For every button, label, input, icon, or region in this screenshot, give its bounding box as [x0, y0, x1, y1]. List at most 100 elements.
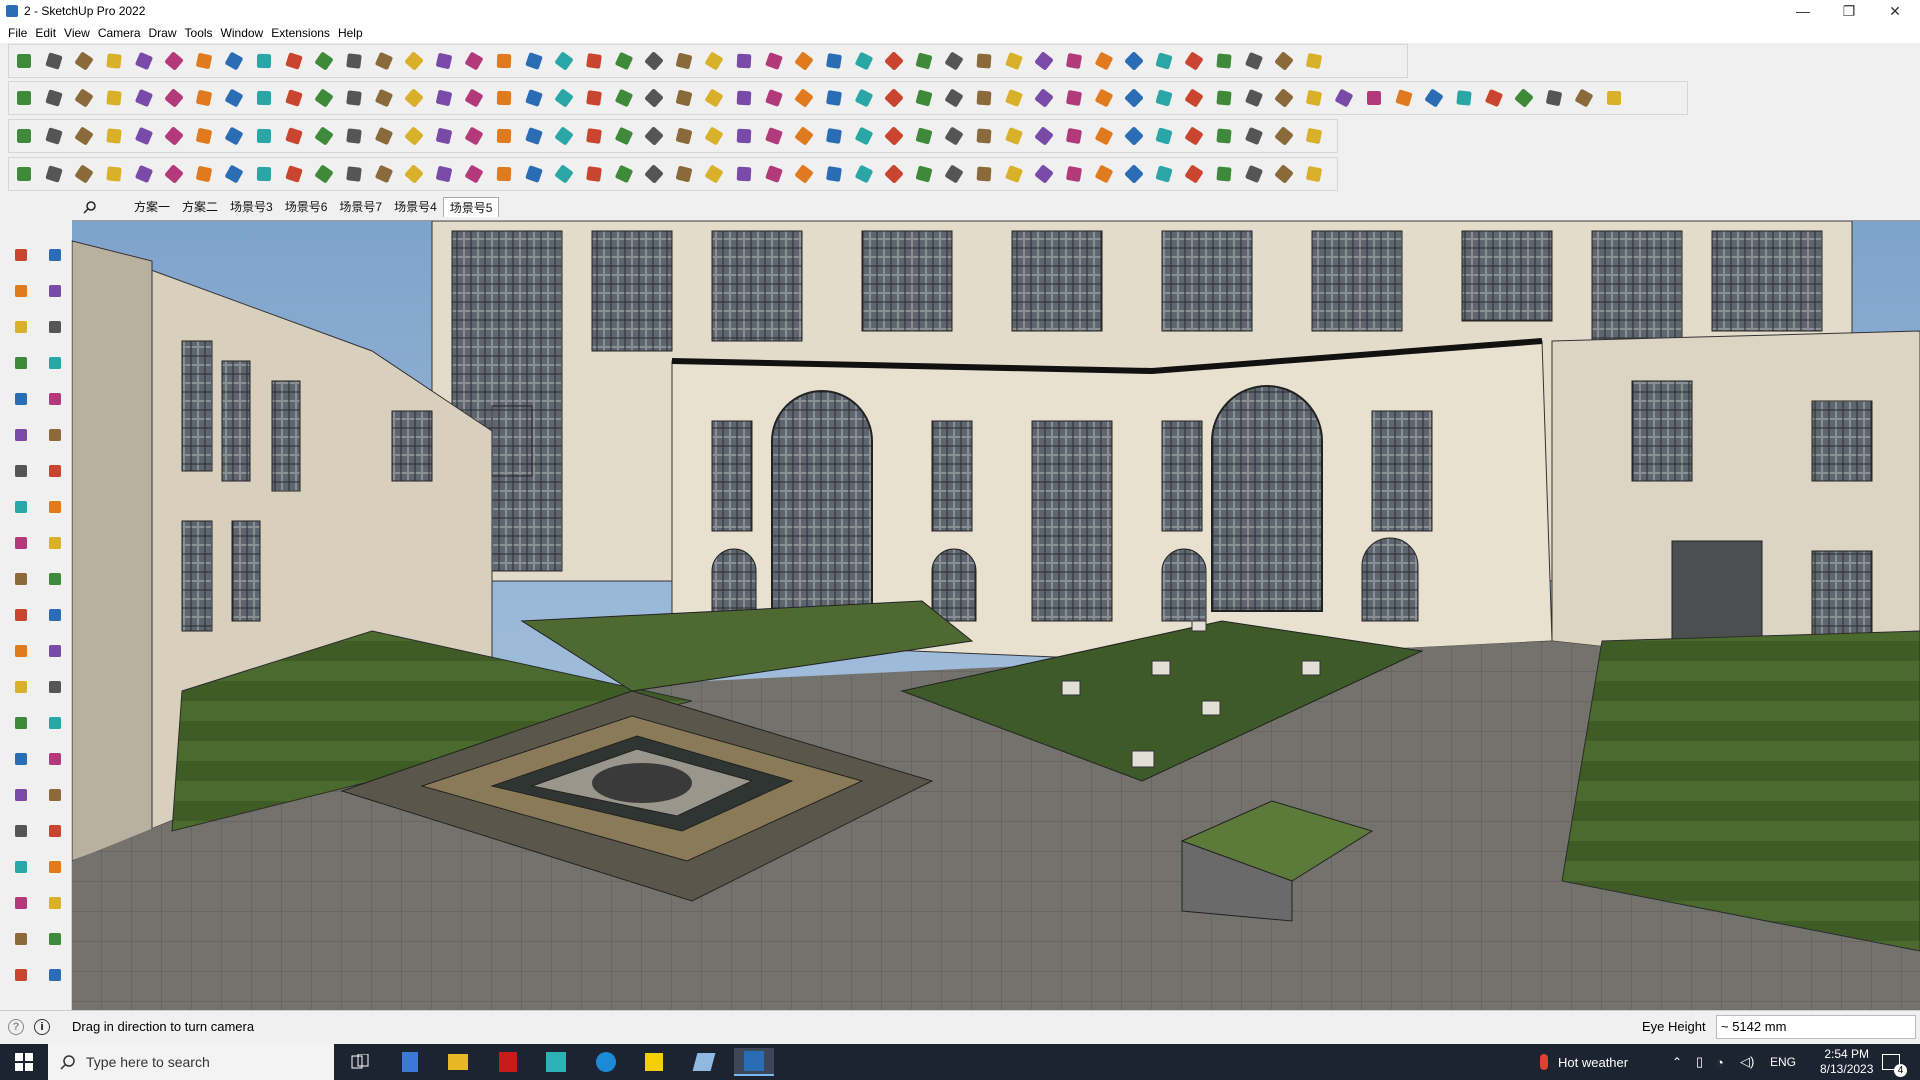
menu-edit[interactable]: Edit: [35, 26, 64, 40]
toolbar-tool-icon[interactable]: [879, 159, 909, 189]
toolbar-tool-icon[interactable]: [999, 83, 1029, 113]
toolbar-tool-icon[interactable]: [1119, 83, 1149, 113]
toolbar-tool-icon[interactable]: [1239, 83, 1269, 113]
toolbar-tool-icon[interactable]: [519, 46, 549, 76]
toolbar-tool-icon[interactable]: [789, 121, 819, 151]
toolbar-tool-icon[interactable]: [939, 46, 969, 76]
large-toolset-tool-icon[interactable]: [40, 528, 70, 558]
menu-file[interactable]: File: [8, 26, 35, 40]
weather-widget[interactable]: Hot weather: [1540, 1044, 1628, 1080]
large-toolset-tool-icon[interactable]: [6, 636, 36, 666]
chevron-up-icon[interactable]: ⌃: [1672, 1044, 1682, 1080]
toolbar-tool-icon[interactable]: [1089, 121, 1119, 151]
toolbar-tool-icon[interactable]: [159, 83, 189, 113]
toolbar-tool-icon[interactable]: [879, 83, 909, 113]
large-toolset-tool-icon[interactable]: [40, 888, 70, 918]
toolbar-tool-icon[interactable]: [9, 121, 39, 151]
toolbar-tool-icon[interactable]: [969, 46, 999, 76]
toolbar-tool-icon[interactable]: [1269, 46, 1299, 76]
toolbar-tool-icon[interactable]: [849, 46, 879, 76]
toolbar-tool-icon[interactable]: [729, 121, 759, 151]
toolbar-tool-icon[interactable]: [39, 159, 69, 189]
toolbar-tool-icon[interactable]: [669, 159, 699, 189]
toolbar-tool-icon[interactable]: [219, 46, 249, 76]
large-toolset-tool-icon[interactable]: [40, 816, 70, 846]
network-icon[interactable]: ▯: [1696, 1044, 1703, 1080]
toolbar-tool-icon[interactable]: [819, 121, 849, 151]
calculator-icon[interactable]: [390, 1048, 430, 1076]
large-toolset-tool-icon[interactable]: [6, 456, 36, 486]
large-toolset-tool-icon[interactable]: [6, 492, 36, 522]
toolbar-tool-icon[interactable]: [399, 121, 429, 151]
toolbar-tool-icon[interactable]: [639, 159, 669, 189]
toolbar-tool-icon[interactable]: [39, 83, 69, 113]
toolbar-tool-icon[interactable]: [1269, 121, 1299, 151]
toolbar-tool-icon[interactable]: [699, 159, 729, 189]
toolbar-tool-icon[interactable]: [69, 83, 99, 113]
toolbar-tool-icon[interactable]: [489, 46, 519, 76]
toolbar-tool-icon[interactable]: [1029, 83, 1059, 113]
large-toolset-tool-icon[interactable]: [6, 888, 36, 918]
toolbar-tool-icon[interactable]: [459, 83, 489, 113]
scene-tab[interactable]: 场景号3: [224, 197, 279, 217]
toolbar-tool-icon[interactable]: [699, 83, 729, 113]
large-toolset-tool-icon[interactable]: [6, 240, 36, 270]
toolbar-tool-icon[interactable]: [1059, 46, 1089, 76]
toolbar-tool-icon[interactable]: [489, 159, 519, 189]
toolbar-tool-icon[interactable]: [759, 159, 789, 189]
toolbar-tool-icon[interactable]: [399, 83, 429, 113]
toolbar-tool-icon[interactable]: [729, 46, 759, 76]
scene-tab[interactable]: 方案一: [128, 197, 176, 217]
toolbar-tool-icon[interactable]: [789, 46, 819, 76]
toolbar-tool-icon[interactable]: [1179, 159, 1209, 189]
toolbar-tool-icon[interactable]: [879, 121, 909, 151]
toolbar-tool-icon[interactable]: [849, 159, 879, 189]
toolbar-tool-icon[interactable]: [579, 121, 609, 151]
menu-draw[interactable]: Draw: [149, 26, 185, 40]
large-toolset-tool-icon[interactable]: [40, 384, 70, 414]
toolbar-tool-icon[interactable]: [1449, 83, 1479, 113]
toolbar-tool-icon[interactable]: [459, 121, 489, 151]
geo-location-icon[interactable]: ?: [8, 1019, 24, 1035]
toolbar-tool-icon[interactable]: [39, 46, 69, 76]
toolbar-tool-icon[interactable]: [1179, 46, 1209, 76]
large-toolset-tool-icon[interactable]: [6, 564, 36, 594]
toolbar-tool-icon[interactable]: [1539, 83, 1569, 113]
toolbar-tool-icon[interactable]: [1119, 46, 1149, 76]
large-toolset-tool-icon[interactable]: [40, 492, 70, 522]
toolbar-tool-icon[interactable]: [759, 121, 789, 151]
toolbar-tool-icon[interactable]: [339, 83, 369, 113]
toolbar-tool-icon[interactable]: [279, 83, 309, 113]
large-toolset-tool-icon[interactable]: [40, 600, 70, 630]
toolbar-tool-icon[interactable]: [1209, 46, 1239, 76]
toolbar-tool-icon[interactable]: [339, 159, 369, 189]
toolbar-tool-icon[interactable]: [1269, 83, 1299, 113]
toolbar-tool-icon[interactable]: [99, 121, 129, 151]
toolbar-tool-icon[interactable]: [639, 46, 669, 76]
toolbar-tool-icon[interactable]: [129, 121, 159, 151]
large-toolset-tool-icon[interactable]: [6, 780, 36, 810]
volume-icon[interactable]: ◁): [1740, 1044, 1754, 1080]
toolbar-tool-icon[interactable]: [729, 159, 759, 189]
scene-tab[interactable]: 场景号4: [388, 197, 443, 217]
scene-tab[interactable]: 方案二: [176, 197, 224, 217]
large-toolset-tool-icon[interactable]: [40, 708, 70, 738]
toolbar-tool-icon[interactable]: [669, 83, 699, 113]
minimize-button[interactable]: —: [1780, 0, 1826, 22]
toolbar-tool-icon[interactable]: [129, 83, 159, 113]
toolbar-tool-icon[interactable]: [1269, 159, 1299, 189]
toolbar-tool-icon[interactable]: [519, 83, 549, 113]
toolbar-tool-icon[interactable]: [189, 159, 219, 189]
toolbar-tool-icon[interactable]: [99, 46, 129, 76]
info-icon[interactable]: i: [34, 1019, 50, 1035]
large-toolset-tool-icon[interactable]: [6, 960, 36, 990]
large-toolset-tool-icon[interactable]: [6, 348, 36, 378]
edge-icon[interactable]: [586, 1048, 626, 1076]
search-icon[interactable]: [72, 200, 108, 214]
large-toolset-tool-icon[interactable]: [6, 816, 36, 846]
model-viewport[interactable]: [72, 220, 1920, 1010]
large-toolset-tool-icon[interactable]: [40, 924, 70, 954]
toolbar-tool-icon[interactable]: [1509, 83, 1539, 113]
scene-tab-active[interactable]: 场景号5: [442, 197, 500, 217]
toolbar-tool-icon[interactable]: [969, 159, 999, 189]
